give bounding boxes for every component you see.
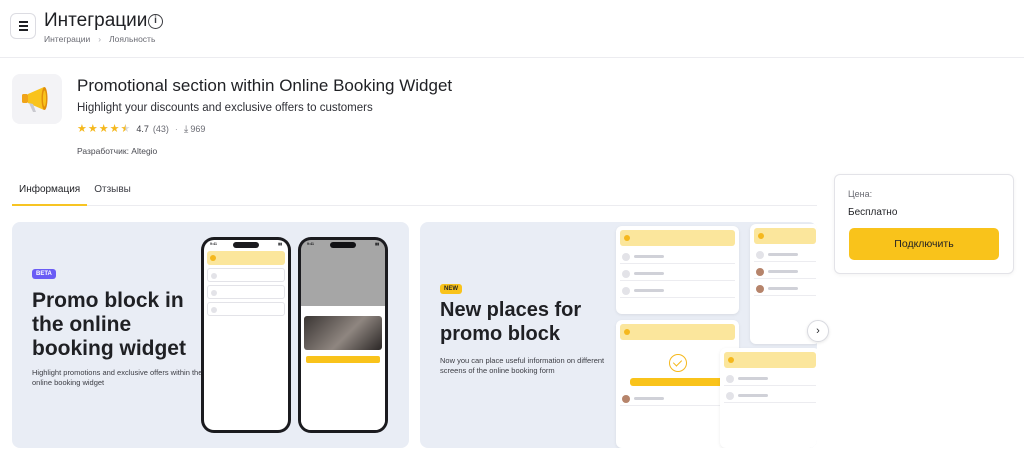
menu-icon[interactable] (10, 13, 36, 39)
app-name: Promotional section within Online Bookin… (77, 76, 453, 95)
slide-title: New places for promo block (440, 299, 582, 345)
developer-label: Разработчик: Altegio (77, 146, 158, 156)
rating-stars: ★ ★ ★ ★ ★ (77, 123, 130, 135)
star-icon: ★ (98, 123, 109, 135)
page-title: Интеграции (44, 10, 148, 31)
download-icon: ⤓ (183, 123, 189, 135)
star-icon: ★ (87, 123, 98, 135)
phone-promo-block (207, 251, 285, 265)
downloads-count: 969 (190, 124, 206, 134)
connect-button[interactable]: Подключить (849, 228, 999, 260)
rating-separator: · (174, 124, 178, 134)
slide-subtitle: Highlight promotions and exclusive offer… (32, 368, 203, 387)
beta-badge: BETA (32, 269, 56, 279)
app-description: Highlight your discounts and exclusive o… (77, 102, 373, 114)
mock-card-booking (720, 348, 817, 448)
slide-title: Promo block in the online booking widget (32, 289, 186, 360)
phone-modal (301, 306, 385, 430)
tabs: Информация Отзывы (12, 176, 817, 206)
tab-information[interactable]: Информация (12, 176, 88, 206)
screenshot-slide-1[interactable]: BETA Promo block in the online booking w… (12, 222, 409, 448)
breadcrumb-loyalty[interactable]: Лояльность (109, 34, 155, 44)
chevron-right-icon[interactable]: › (807, 320, 829, 342)
new-badge: NEW (440, 284, 462, 294)
star-icon: ★ (77, 123, 87, 135)
slide-subtitle: Now you can place useful information on … (440, 356, 605, 375)
mock-card-services (616, 226, 739, 314)
top-bar: Интеграции i Интеграции › Лояльность (0, 0, 1024, 58)
price-label: Цена: (848, 189, 873, 199)
pricing-card: Цена: Бесплатно Подключить (834, 174, 1014, 274)
rating-value: 4.7 (136, 124, 149, 134)
star-icon: ★ (109, 123, 120, 135)
half-star-icon: ★ (120, 123, 131, 135)
phone-mockup: 9:41 ▮▮ (201, 237, 291, 433)
screenshot-slide-2[interactable]: NEW New places for promo block Now you c… (420, 222, 817, 448)
check-icon (668, 354, 687, 372)
breadcrumb-separator: › (98, 34, 102, 44)
breadcrumb-integrations[interactable]: Интеграции (44, 34, 90, 44)
rating-row: ★ ★ ★ ★ ★ 4.7 (43) · ⤓ 969 (77, 123, 205, 135)
breadcrumb: Интеграции › Лояльность (44, 34, 155, 44)
reviews-count: (43) (152, 124, 169, 134)
info-icon[interactable]: i (148, 14, 163, 29)
tab-reviews[interactable]: Отзывы (87, 176, 138, 206)
megaphone-icon (12, 74, 62, 124)
price-value: Бесплатно (848, 207, 898, 218)
phone-modal-button (306, 356, 380, 363)
haircut-photo (304, 316, 382, 350)
phone-mockup: 9:41 ▮▮ (298, 237, 388, 433)
